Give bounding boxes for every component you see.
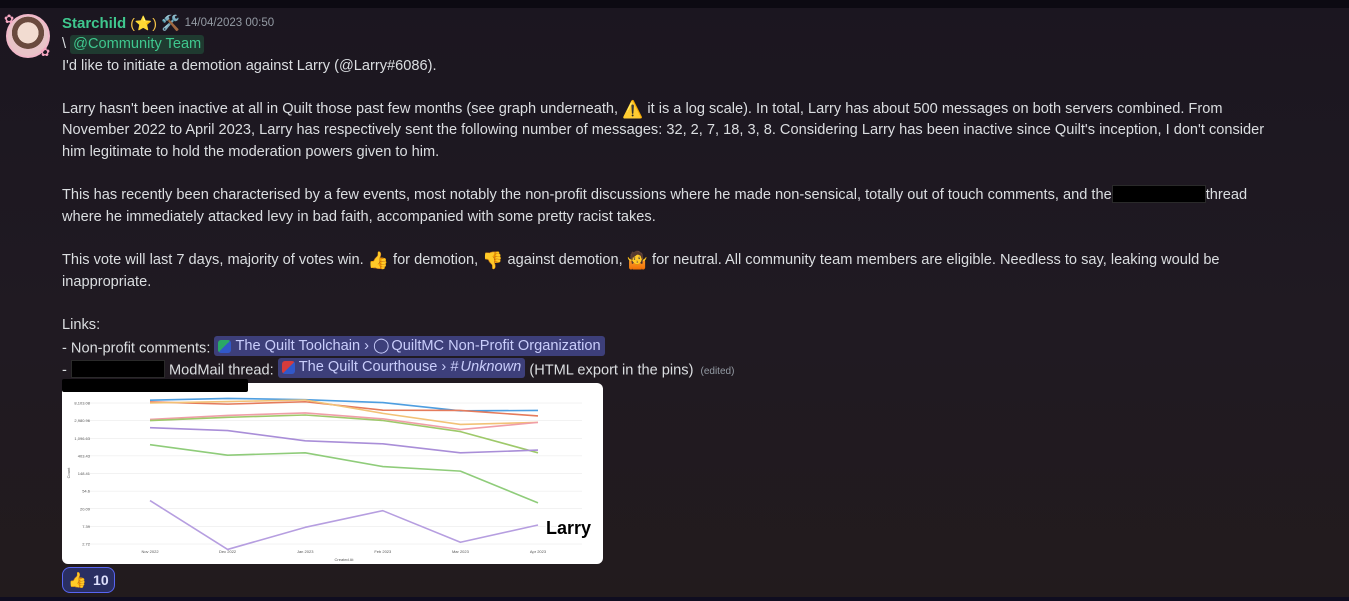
chart-grid (86, 402, 582, 545)
y-axis-label: Count (66, 467, 71, 479)
server-icon (281, 361, 295, 375)
flower-decoration-icon: ✿ (4, 12, 15, 26)
y-tick-label: 20.09 (80, 506, 91, 511)
message-header: Starchild (⭐) 🛠️ 14/04/2023 00:50 (62, 13, 274, 33)
author-name[interactable]: Starchild (62, 15, 126, 32)
series-line-6 (149, 426, 539, 454)
message-text: thread (1205, 187, 1248, 204)
top-edge-bar (0, 0, 1349, 8)
thumbs-up-icon: 👍 (367, 250, 389, 270)
flower-decoration-icon: ✿ (40, 45, 51, 59)
message-text: against demotion, (507, 251, 623, 268)
chart-image-attachment[interactable]: 2.72 7.39 20.09 54.6 148.41 403.43 1,096.63 2,9… (62, 383, 603, 564)
x-axis-ticks: Nov 2022 Dec 2022 Jan 2023 Feb 2023 Mar 2023… (141, 549, 546, 554)
message-line: I'd like to initiate a demotion against … (62, 57, 437, 74)
link-label: - Non-profit comments: (62, 340, 211, 357)
channel-name: QuiltMC Non-Profit Organization (391, 337, 601, 354)
x-tick-label: Jan 2023 (297, 549, 314, 554)
chart-series (149, 397, 539, 551)
x-tick-label: Mar 2023 (452, 549, 470, 554)
chevron-right-icon: › (441, 359, 447, 376)
shrug-icon: 🤷 (626, 250, 648, 270)
message-text: it is a log scale). In total, Larry has … (647, 100, 1223, 117)
chevron-right-icon: › (364, 337, 370, 354)
reply-prefix: \ (62, 36, 67, 52)
series-line-7 (149, 443, 539, 504)
reaction-count: 10 (93, 572, 109, 588)
x-tick-label: Nov 2022 (141, 549, 159, 554)
y-tick-label: 148.41 (78, 471, 91, 476)
reaction-thumbs-up[interactable]: 👍 10 (62, 567, 115, 593)
y-tick-label: 54.6 (82, 489, 91, 494)
hash-icon: # (450, 359, 459, 376)
message-text: for demotion, (393, 251, 479, 268)
link-label: - (62, 362, 67, 379)
message-text: Larry hasn't been inactive at all in Qui… (62, 100, 619, 117)
redacted-block (70, 360, 165, 379)
server-name: The Quilt Courthouse (298, 359, 438, 376)
forum-icon: ◯ (373, 337, 390, 354)
role-mention[interactable]: @Community Team (70, 35, 205, 54)
chart-annotation: Larry (546, 518, 591, 538)
redacted-block (1111, 185, 1206, 204)
message-line: inappropriate. (62, 273, 152, 290)
x-tick-label: Feb 2023 (374, 549, 392, 554)
thumbs-up-icon: 👍 (68, 572, 88, 589)
message-text: This vote will last 7 days, majority of … (62, 251, 364, 268)
redacted-block (62, 379, 248, 392)
message-line: him legitimate to hold the moderation po… (62, 143, 440, 160)
series-line-2 (149, 400, 539, 417)
links-title: Links: (62, 316, 101, 333)
message-text: for neutral. All community team members … (652, 251, 1220, 268)
message-line: where he immediately attacked levy in ba… (62, 208, 656, 225)
link-label: ModMail thread: (169, 362, 274, 379)
message-timestamp: 14/04/2023 00:50 (184, 17, 275, 29)
series-line-8 (149, 499, 539, 551)
channel-name: Unknown (460, 359, 522, 376)
server-name: The Quilt Toolchain (235, 337, 361, 354)
chat-message: ✿ ✿ Starchild (⭐) 🛠️ 14/04/2023 00:50 \ … (0, 8, 1349, 597)
tools-icon: 🛠️ (160, 15, 180, 32)
series-line-1 (149, 397, 539, 412)
y-tick-label: 2.72 (82, 542, 91, 547)
message-body: \ @Community Team I'd like to initiate a… (62, 34, 1332, 380)
channel-link-nonprofit[interactable]: The Quilt Toolchain › ◯ QuiltMC Non-Prof… (214, 336, 605, 357)
thumbs-down-icon: 👎 (482, 250, 504, 270)
message-line: November 2022 to April 2023, Larry has r… (62, 122, 1265, 139)
warning-icon: ⚠️ (622, 99, 644, 119)
star-badge-icon: (⭐) (130, 14, 157, 31)
bottom-edge-bar (0, 597, 1349, 601)
link-suffix: (HTML export in the pins) (529, 362, 694, 379)
x-tick-label: Apr 2023 (530, 549, 547, 554)
channel-link-modmail[interactable]: The Quilt Courthouse › # Unknown (277, 357, 526, 378)
x-axis-label: Created At (335, 557, 355, 562)
y-tick-label: 7.39 (82, 524, 91, 529)
activity-chart: 2.72 7.39 20.09 54.6 148.41 403.43 1,096.63 2,9… (66, 397, 593, 562)
message-text: This has recently been characterised by … (62, 187, 1112, 204)
y-tick-label: 8,103.08 (74, 401, 90, 406)
series-line-4 (149, 412, 539, 431)
author-avatar[interactable]: ✿ ✿ (4, 12, 51, 59)
edited-indicator: (edited) (700, 366, 735, 378)
y-axis-ticks: 2.72 7.39 20.09 54.6 148.41 403.43 1,096.63 2,9… (74, 401, 90, 547)
y-tick-label: 1,096.63 (74, 436, 90, 441)
y-tick-label: 403.43 (78, 453, 91, 458)
y-tick-label: 2,980.96 (74, 418, 90, 423)
server-icon (218, 339, 232, 353)
